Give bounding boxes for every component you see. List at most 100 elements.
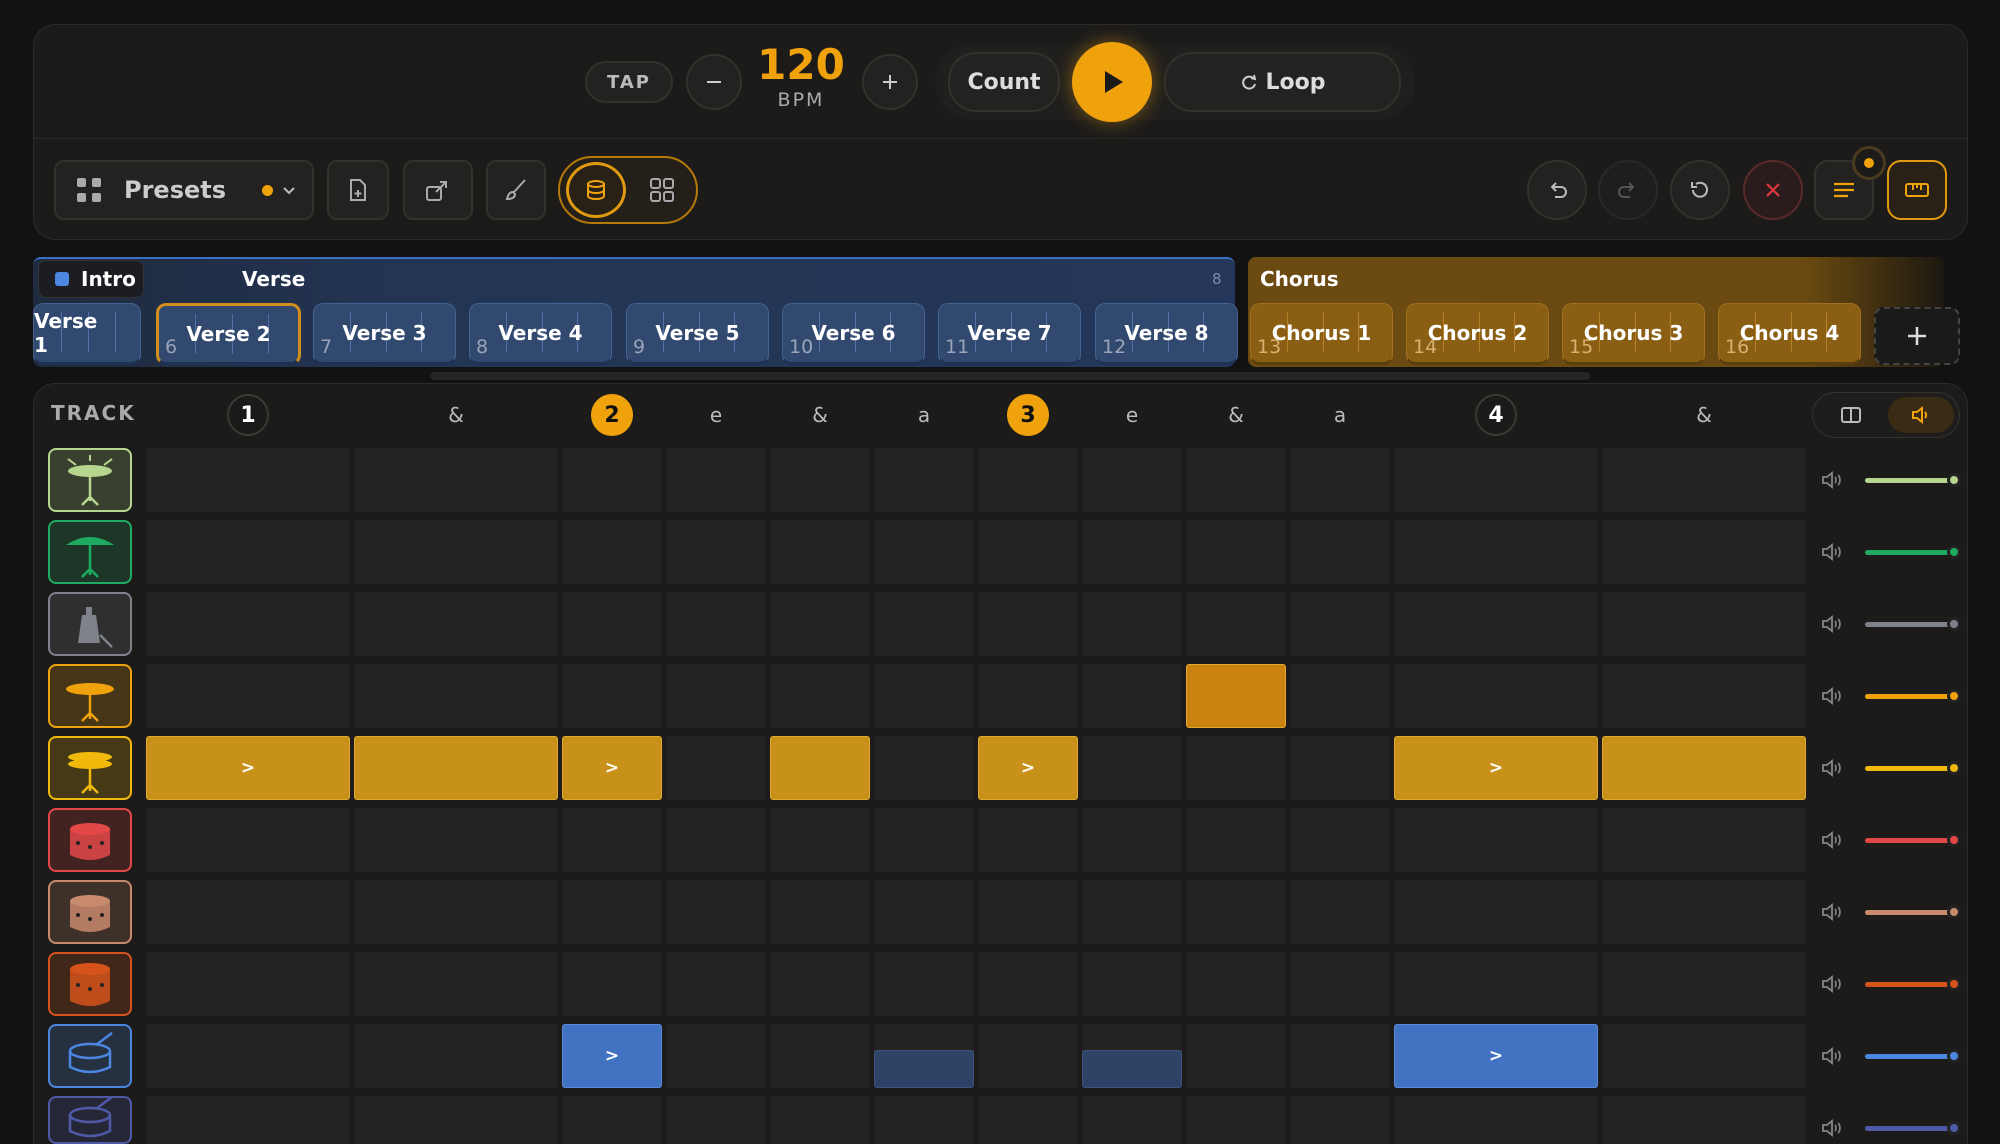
count-button[interactable]: Count	[948, 52, 1060, 112]
step-cell[interactable]	[354, 520, 558, 584]
segment-verse-4[interactable]: Verse 4 8	[469, 303, 612, 365]
step-cell[interactable]	[354, 808, 558, 872]
step-cell[interactable]	[770, 520, 870, 584]
segment-chorus-2[interactable]: Chorus 2 14	[1406, 303, 1549, 365]
track-instrument-button[interactable]	[48, 880, 132, 944]
step-cell[interactable]	[666, 1096, 766, 1144]
step-cell[interactable]	[666, 592, 766, 656]
step-cell[interactable]	[874, 1096, 974, 1144]
step-cell[interactable]	[1186, 448, 1286, 512]
step-cell[interactable]	[874, 1024, 974, 1088]
step-cell[interactable]	[354, 664, 558, 728]
step-cell[interactable]	[1602, 952, 1806, 1016]
step-cell[interactable]: >	[978, 736, 1078, 800]
track-instrument-button[interactable]	[48, 520, 132, 584]
step-cell[interactable]	[1394, 448, 1598, 512]
step-cell[interactable]	[1602, 520, 1806, 584]
step-cell[interactable]	[146, 952, 350, 1016]
loop-button[interactable]: Loop	[1164, 52, 1401, 112]
step-cell[interactable]	[1186, 952, 1286, 1016]
step-cell[interactable]: >	[1394, 736, 1598, 800]
step-cell[interactable]	[1602, 808, 1806, 872]
step-cell[interactable]	[1290, 952, 1390, 1016]
step-cell[interactable]	[1394, 808, 1598, 872]
step-cell[interactable]	[666, 952, 766, 1016]
speaker-icon[interactable]	[1820, 542, 1844, 562]
step-cell[interactable]	[1602, 1024, 1806, 1088]
step-cell[interactable]	[666, 1024, 766, 1088]
step-cell[interactable]	[146, 1096, 350, 1144]
step-cell[interactable]	[978, 1096, 1078, 1144]
brush-button[interactable]	[486, 160, 546, 220]
step-cell[interactable]	[770, 1024, 870, 1088]
step-cell[interactable]	[1394, 1096, 1598, 1144]
speaker-icon[interactable]	[1820, 614, 1844, 634]
step-cell[interactable]	[354, 952, 558, 1016]
step-cell[interactable]	[146, 664, 350, 728]
redo-button[interactable]	[1598, 160, 1658, 220]
step-cell[interactable]	[770, 1096, 870, 1144]
add-segment-button[interactable]	[1874, 307, 1960, 365]
step-cell[interactable]	[354, 736, 558, 800]
step-cell[interactable]	[146, 808, 350, 872]
segment-verse-8[interactable]: Verse 8 12	[1095, 303, 1238, 365]
step-cell[interactable]	[1082, 880, 1182, 944]
step-cell[interactable]	[562, 592, 662, 656]
step-cell[interactable]	[1394, 880, 1598, 944]
step-cell[interactable]	[666, 448, 766, 512]
step-cell[interactable]	[1186, 592, 1286, 656]
step-cell[interactable]	[978, 1024, 1078, 1088]
step-cell[interactable]	[1186, 1096, 1286, 1144]
step-cell[interactable]: >	[146, 736, 350, 800]
grid-view-button[interactable]	[636, 164, 688, 216]
step-cell[interactable]	[874, 808, 974, 872]
step-cell[interactable]	[874, 592, 974, 656]
step-cell[interactable]	[666, 736, 766, 800]
step-cell[interactable]	[874, 952, 974, 1016]
volume-slider[interactable]	[1865, 1049, 1961, 1063]
step-cell[interactable]	[1394, 592, 1598, 656]
step-cell[interactable]	[354, 1096, 558, 1144]
speaker-icon[interactable]	[1820, 902, 1844, 922]
step-cell[interactable]: >	[562, 736, 662, 800]
play-button[interactable]	[1072, 42, 1152, 122]
track-instrument-button[interactable]	[48, 736, 132, 800]
step-cell[interactable]	[874, 880, 974, 944]
volume-slider[interactable]	[1865, 977, 1961, 991]
step-cell[interactable]	[562, 880, 662, 944]
segment-verse-2[interactable]: Verse 2 6	[156, 303, 301, 365]
segment-chorus-1[interactable]: Chorus 1 13	[1250, 303, 1393, 365]
step-cell[interactable]	[562, 448, 662, 512]
volume-slider[interactable]	[1865, 761, 1961, 775]
step-cell[interactable]	[146, 520, 350, 584]
step-cell[interactable]	[354, 592, 558, 656]
segment-verse-1[interactable]: Verse 1	[33, 303, 141, 365]
volume-knob[interactable]	[1947, 1049, 1961, 1063]
volume-slider[interactable]	[1865, 617, 1961, 631]
step-cell[interactable]	[1602, 664, 1806, 728]
segment-verse-3[interactable]: Verse 3 7	[313, 303, 456, 365]
step-cell[interactable]	[146, 1024, 350, 1088]
tap-button[interactable]: TAP	[585, 61, 673, 103]
speaker-icon[interactable]	[1820, 686, 1844, 706]
step-cell[interactable]	[1394, 952, 1598, 1016]
volume-knob[interactable]	[1947, 545, 1961, 559]
step-cell[interactable]	[1290, 1024, 1390, 1088]
step-cell[interactable]	[1394, 664, 1598, 728]
step-cell[interactable]	[1186, 664, 1286, 728]
speaker-icon[interactable]	[1820, 974, 1844, 994]
step-cell[interactable]	[770, 880, 870, 944]
step-cell[interactable]	[1082, 664, 1182, 728]
step-cell[interactable]	[770, 736, 870, 800]
step-cell[interactable]	[874, 448, 974, 512]
step-cell[interactable]	[354, 1024, 558, 1088]
step-cell[interactable]	[1186, 520, 1286, 584]
volume-slider[interactable]	[1865, 833, 1961, 847]
share-button[interactable]	[403, 160, 473, 220]
step-cell[interactable]	[1290, 520, 1390, 584]
step-cell[interactable]	[874, 736, 974, 800]
step-cell[interactable]	[1290, 592, 1390, 656]
volume-knob[interactable]	[1947, 473, 1961, 487]
volume-slider[interactable]	[1865, 473, 1961, 487]
volume-knob[interactable]	[1947, 761, 1961, 775]
